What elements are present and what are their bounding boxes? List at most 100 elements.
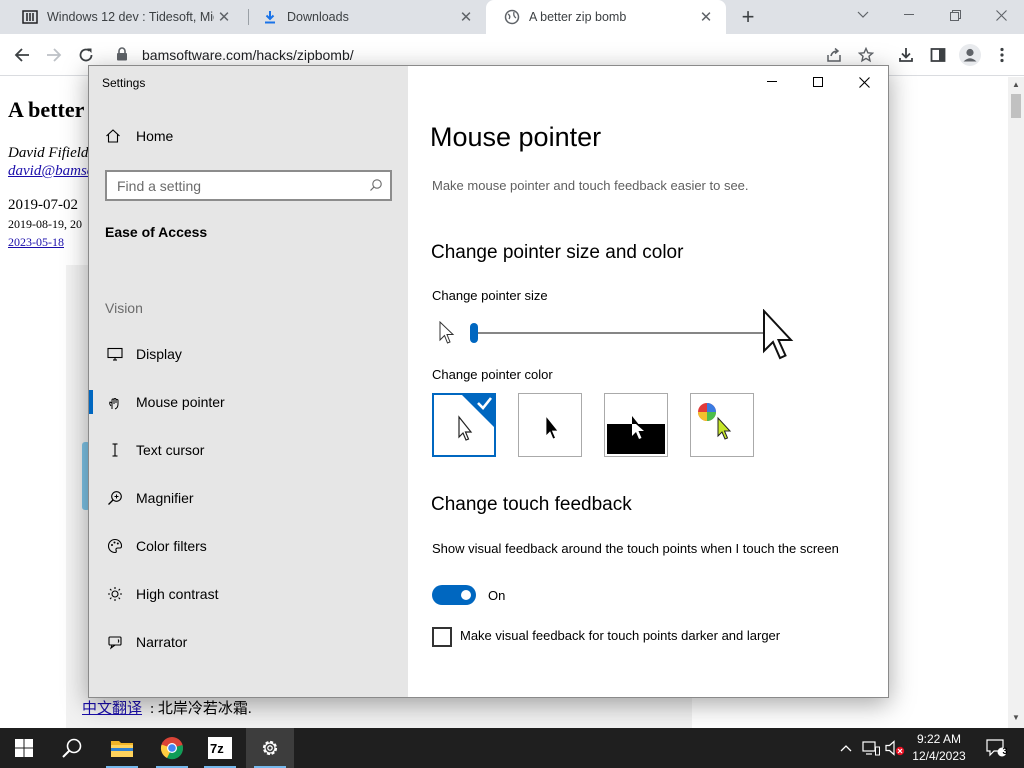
seven-zip-icon[interactable]: 7z (196, 728, 244, 768)
globe-icon (504, 9, 520, 25)
download-icon (262, 9, 278, 25)
toggle-knob (461, 590, 471, 600)
search-input[interactable] (117, 176, 357, 196)
nav-home[interactable]: Home (105, 128, 173, 144)
forward-button[interactable] (40, 41, 68, 69)
notification-center-icon[interactable]: 3 (976, 728, 1016, 768)
settings-search[interactable] (105, 170, 392, 201)
start-button[interactable] (0, 728, 48, 768)
minimize-button[interactable] (749, 66, 795, 98)
scroll-up-icon[interactable]: ▲ (1012, 80, 1020, 89)
show-hidden-icons-chevron[interactable] (836, 728, 856, 768)
nav-item-label: Text cursor (136, 442, 205, 458)
nav-item-label: Color filters (136, 538, 207, 554)
nav-item-text-cursor[interactable]: Text cursor (89, 426, 408, 474)
display-icon (105, 344, 125, 364)
translation-link[interactable]: 中文翻译 (82, 697, 142, 718)
restore-button[interactable] (932, 0, 978, 30)
page-subtitle: Make mouse pointer and touch feedback ea… (432, 178, 749, 193)
page-title: Mouse pointer (430, 122, 602, 152)
tab-title: Downloads (287, 10, 349, 24)
translation-text: : 北岸冷若冰霜. (150, 701, 252, 717)
publish-date: 2019-07-02 (8, 197, 78, 213)
darker-feedback-label: Make visual feedback for touch points da… (460, 628, 781, 643)
nav-item-label: Narrator (136, 634, 188, 650)
pointer-size-label: Change pointer size (432, 288, 548, 303)
volume-muted-icon[interactable] (884, 728, 906, 768)
file-explorer-icon[interactable] (98, 728, 146, 768)
browser-tabstrip: Windows 12 dev : Tidesoft, Microsoft ✕ D… (0, 0, 1024, 34)
close-icon[interactable]: ✕ (214, 7, 234, 27)
touch-feedback-toggle[interactable] (432, 585, 476, 605)
minimize-button[interactable] (886, 0, 932, 30)
sun-icon (105, 584, 125, 604)
toggle-state-label: On (488, 588, 506, 603)
side-panel-icon[interactable] (924, 41, 952, 69)
clock-time: 9:22 AM (916, 732, 962, 746)
nav-item-narrator[interactable]: Narrator (89, 618, 408, 666)
downloads-icon[interactable] (892, 41, 920, 69)
close-window-button[interactable] (978, 0, 1024, 30)
settings-nav: Settings Home Ease of Access Vision Disp… (89, 66, 408, 697)
settings-gear-icon[interactable] (246, 728, 294, 768)
slider-thumb[interactable] (470, 323, 478, 343)
tab-downloads[interactable]: Downloads ✕ (244, 0, 486, 34)
tab-windows-12-dev[interactable]: Windows 12 dev : Tidesoft, Microsoft ✕ (4, 0, 244, 34)
search-icon[interactable] (48, 728, 96, 768)
page-scrollbar[interactable]: ▲ ▼ (1008, 77, 1024, 728)
close-icon[interactable]: ✕ (696, 7, 716, 27)
author-name: David Fifield (8, 145, 89, 161)
window-title: Settings (102, 76, 146, 90)
close-button[interactable] (841, 66, 887, 98)
archive-icon (22, 9, 38, 25)
darker-feedback-checkbox[interactable] (432, 627, 452, 647)
clock-date: 12/4/2023 (912, 749, 966, 763)
small-cursor-icon (439, 320, 455, 350)
scroll-down-icon[interactable]: ▼ (1012, 713, 1020, 722)
network-icon[interactable] (860, 728, 882, 768)
settings-content: Mouse pointer Make mouse pointer and tou… (408, 66, 888, 697)
menu-kebab-icon[interactable] (988, 41, 1016, 69)
scroll-thumb[interactable] (1011, 94, 1021, 118)
nav-item-label: Display (136, 346, 182, 362)
tab-search-icon[interactable] (840, 0, 886, 30)
pointer-color-custom[interactable] (690, 393, 754, 457)
chrome-icon[interactable] (148, 728, 196, 768)
nav-item-display[interactable]: Display (89, 330, 408, 378)
pointer-color-black[interactable] (518, 393, 582, 457)
section-heading: Ease of Access (105, 224, 208, 240)
tab-title: Windows 12 dev : Tidesoft, Microsoft (47, 10, 214, 24)
update-date-link[interactable]: 2023-05-18 (8, 235, 64, 250)
new-tab-button[interactable]: + (736, 4, 760, 29)
nav-item-mouse-pointer[interactable]: Mouse pointer (89, 378, 408, 426)
slider-track[interactable] (470, 332, 774, 334)
back-button[interactable] (8, 41, 36, 69)
pointer-size-color-heading: Change pointer size and color (431, 242, 684, 263)
mouse-pointer-icon (105, 392, 125, 412)
narrator-icon (105, 632, 125, 652)
nav-item-label: High contrast (136, 586, 219, 602)
svg-text:7z: 7z (210, 741, 224, 756)
lock-icon (116, 47, 128, 66)
pointer-color-white[interactable] (432, 393, 496, 457)
close-icon[interactable]: ✕ (456, 7, 476, 27)
profile-avatar[interactable] (956, 41, 984, 69)
update-dates: 2019-08-19, 20 (8, 217, 82, 231)
system-clock[interactable]: 9:22 AM 12/4/2023 (908, 731, 970, 765)
touch-feedback-description: Show visual feedback around the touch po… (432, 541, 839, 556)
pointer-color-inverted[interactable] (604, 393, 668, 457)
search-icon[interactable] (369, 178, 383, 197)
nav-item-label: Magnifier (136, 490, 194, 506)
group-label: Vision (105, 300, 143, 316)
tab-zip-bomb[interactable]: A better zip bomb ✕ (486, 0, 726, 34)
url-text: bamsoftware.com/hacks/zipbomb/ (142, 47, 354, 63)
maximize-button[interactable] (795, 66, 841, 98)
magnifier-icon (105, 488, 125, 508)
nav-item-label: Mouse pointer (136, 394, 225, 410)
nav-item-high-contrast[interactable]: High contrast (89, 570, 408, 618)
nav-item-color-filters[interactable]: Color filters (89, 522, 408, 570)
pointer-size-slider[interactable] (436, 308, 796, 361)
nav-item-magnifier[interactable]: Magnifier (89, 474, 408, 522)
text-cursor-icon (105, 440, 125, 460)
home-label: Home (136, 128, 174, 144)
